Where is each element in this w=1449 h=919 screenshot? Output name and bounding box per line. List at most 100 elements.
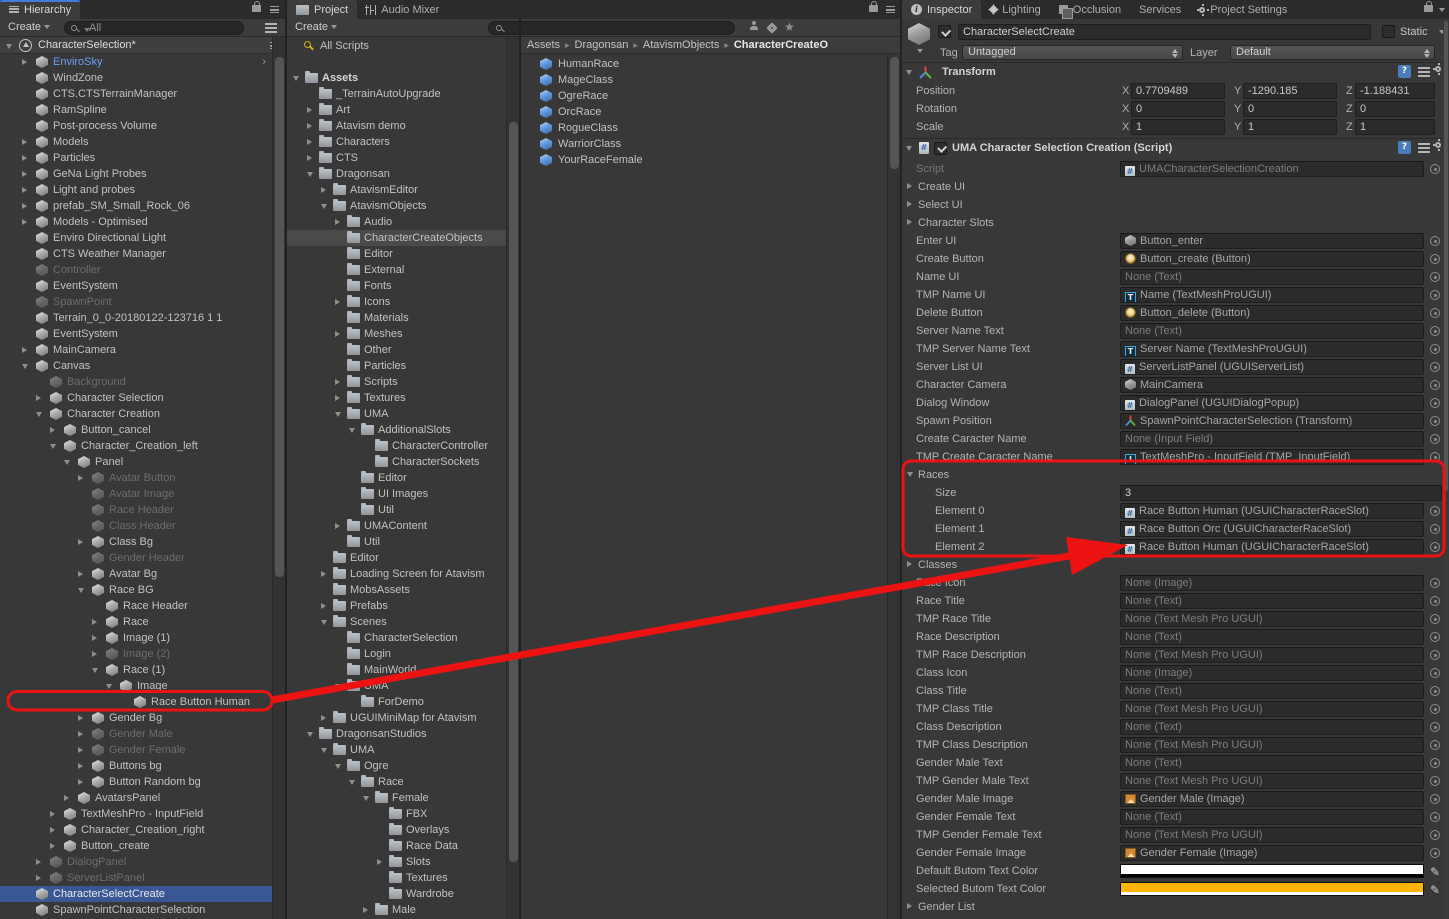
hierarchy-item[interactable]: Enviro Directional Light — [0, 230, 272, 246]
project-folder-item[interactable]: Login — [287, 646, 506, 662]
project-folder-item[interactable]: AtavismObjects — [287, 198, 506, 214]
project-folder-item[interactable]: _TerrainAutoUpgrade — [287, 86, 506, 102]
hierarchy-item[interactable]: Gender Header — [0, 550, 272, 566]
expand-arrow[interactable] — [22, 203, 27, 209]
hierarchy-search-input[interactable]: All — [64, 21, 244, 35]
hierarchy-item[interactable]: Avatar Image — [0, 486, 272, 502]
object-picker-icon[interactable] — [1430, 254, 1440, 264]
search-favorites-icon[interactable]: ★ — [784, 20, 795, 34]
prefab-chevron-icon[interactable]: › — [262, 54, 266, 70]
object-field[interactable]: TServer Name (TextMeshProUGUI) — [1120, 341, 1424, 357]
object-picker-icon[interactable] — [1430, 326, 1440, 336]
expand-arrow[interactable] — [78, 475, 83, 481]
hierarchy-item[interactable]: AvatarsPanel — [0, 790, 272, 806]
object-picker-icon[interactable] — [1430, 416, 1440, 426]
object-picker-icon[interactable] — [1430, 758, 1440, 768]
hierarchy-item[interactable]: Race Button Human — [0, 694, 272, 710]
expand-arrow[interactable] — [321, 187, 326, 193]
project-folder-item[interactable]: Editor — [287, 550, 506, 566]
object-field[interactable]: #ServerListPanel (UGUIServerList) — [1120, 359, 1424, 375]
object-picker-icon[interactable] — [1430, 362, 1440, 372]
tab-audio-mixer[interactable]: Audio Mixer — [357, 0, 448, 19]
object-picker-icon[interactable] — [1430, 704, 1440, 714]
object-picker-icon[interactable] — [1430, 452, 1440, 462]
hierarchy-item[interactable]: GeNa Light Probes — [0, 166, 272, 182]
object-picker-icon[interactable] — [1430, 398, 1440, 408]
project-folder-item[interactable]: FBX — [287, 806, 506, 822]
project-folder-item[interactable]: Textures — [287, 870, 506, 886]
gameobject-icon[interactable] — [908, 23, 930, 45]
project-folder-item[interactable]: Male — [287, 902, 506, 918]
expand-arrow[interactable] — [335, 412, 341, 417]
color-swatch[interactable] — [1120, 882, 1424, 896]
transform-value-field[interactable]: -1290.185 — [1243, 83, 1337, 99]
expand-arrow[interactable] — [50, 427, 55, 433]
expand-arrow[interactable] — [36, 395, 41, 401]
project-folder-item[interactable]: Util — [287, 534, 506, 550]
object-picker-icon[interactable] — [1430, 308, 1440, 318]
object-field[interactable]: Gender Male (Image) — [1120, 791, 1424, 807]
project-create-button[interactable]: Create — [291, 20, 341, 35]
panel-menu-icon[interactable] — [886, 6, 895, 13]
project-folder-item[interactable]: CharacterController — [287, 438, 506, 454]
hierarchy-item[interactable]: Race Header — [0, 598, 272, 614]
preset-icon[interactable] — [1418, 143, 1430, 153]
object-field[interactable]: SpawnPointCharacterSelection (Transform) — [1120, 413, 1424, 429]
object-field[interactable]: None (Text) — [1120, 755, 1424, 771]
object-field[interactable]: None (Text) — [1120, 593, 1424, 609]
hierarchy-item[interactable]: Post-process Volume — [0, 118, 272, 134]
int-field[interactable]: 3 — [1120, 485, 1442, 501]
expand-arrow[interactable] — [307, 123, 312, 129]
object-field[interactable]: None (Image) — [1120, 575, 1424, 591]
static-checkbox[interactable] — [1382, 25, 1395, 38]
project-folder-item[interactable]: UMA — [287, 678, 506, 694]
object-field[interactable]: TName (TextMeshProUGUI) — [1120, 287, 1424, 303]
color-swatch[interactable] — [1120, 864, 1424, 878]
project-folder-item[interactable]: Atavism demo — [287, 118, 506, 134]
project-folder-item[interactable]: External — [287, 262, 506, 278]
object-picker-icon[interactable] — [1430, 524, 1440, 534]
inspector-scrollbar[interactable] — [1443, 19, 1449, 919]
expand-arrow[interactable] — [50, 827, 55, 833]
object-picker-icon[interactable] — [1430, 164, 1440, 174]
expand-arrow[interactable] — [335, 331, 340, 337]
object-field[interactable]: None (Input Field) — [1120, 431, 1424, 447]
expand-arrow[interactable] — [335, 395, 340, 401]
hierarchy-scrollbar[interactable] — [272, 37, 285, 919]
project-folder-item[interactable]: Editor — [287, 246, 506, 262]
hierarchy-item[interactable]: ServerListPanel — [0, 870, 272, 886]
hierarchy-item[interactable]: CTS.CTSTerrainManager — [0, 86, 272, 102]
lock-icon[interactable] — [869, 5, 878, 12]
expand-arrow[interactable] — [36, 875, 41, 881]
object-field[interactable]: #UMACharacterSelectionCreation — [1120, 161, 1424, 177]
breadcrumb-item[interactable]: Dragonsan — [575, 39, 629, 51]
project-folder-item[interactable]: AtavismEditor — [287, 182, 506, 198]
project-folder-item[interactable]: Female — [287, 790, 506, 806]
project-folder-item[interactable]: Editor — [287, 470, 506, 486]
hierarchy-item[interactable]: Controller — [0, 262, 272, 278]
expand-arrow[interactable] — [22, 171, 27, 177]
tab-project-settings[interactable]: Project Settings — [1190, 0, 1296, 19]
project-folder-item[interactable]: DragonsanStudios — [287, 726, 506, 742]
hierarchy-item[interactable]: RamSpline — [0, 102, 272, 118]
hierarchy-item[interactable]: Race — [0, 614, 272, 630]
project-folder-item[interactable]: Loading Screen for Atavism — [287, 566, 506, 582]
object-field[interactable]: ITextMeshPro - InputField (TMP_InputFiel… — [1120, 449, 1424, 465]
project-tree-scrollbar[interactable] — [506, 37, 519, 919]
expand-arrow[interactable] — [78, 588, 84, 593]
object-picker-icon[interactable] — [1430, 812, 1440, 822]
hierarchy-item[interactable]: Models — [0, 134, 272, 150]
project-folder-item[interactable]: MobsAssets — [287, 582, 506, 598]
hierarchy-item[interactable]: Canvas — [0, 358, 272, 374]
foldout-arrow[interactable] — [907, 183, 912, 189]
object-field[interactable]: Button_delete (Button) — [1120, 305, 1424, 321]
foldout-arrow[interactable] — [907, 561, 912, 567]
gameobject-name-field[interactable]: CharacterSelectCreate — [958, 24, 1371, 40]
breadcrumb-item[interactable]: AtavismObjects — [643, 39, 719, 51]
object-picker-icon[interactable] — [1430, 596, 1440, 606]
project-folder-item[interactable]: Icons — [287, 294, 506, 310]
hierarchy-item[interactable]: Race BG — [0, 582, 272, 598]
search-by-type-icon[interactable] — [750, 26, 758, 30]
object-field[interactable]: Button_create (Button) — [1120, 251, 1424, 267]
object-picker-icon[interactable] — [1430, 794, 1440, 804]
